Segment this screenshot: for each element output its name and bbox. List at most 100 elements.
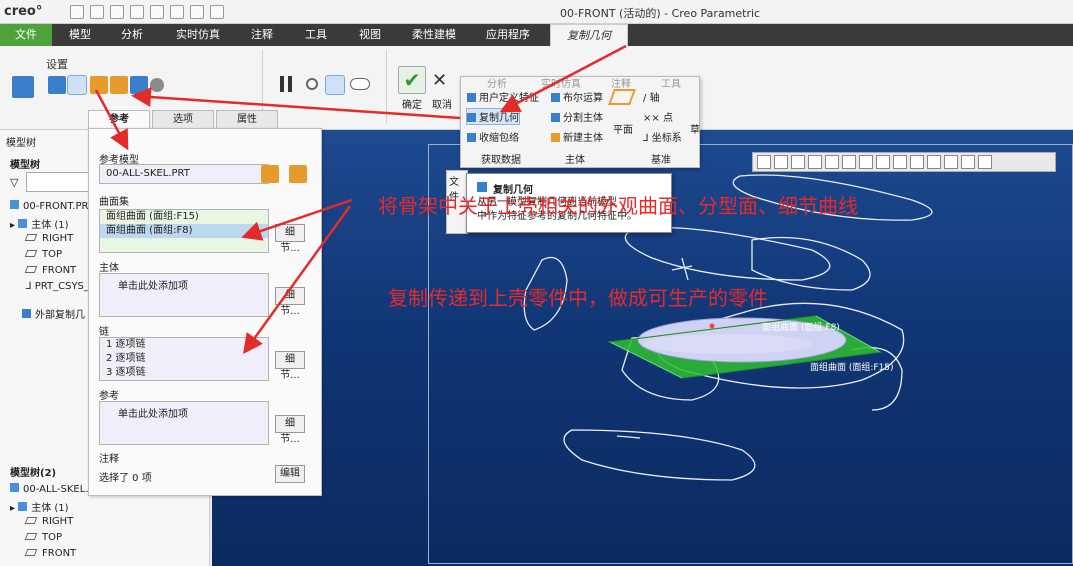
udf-icon <box>467 93 476 102</box>
redo-icon[interactable] <box>150 5 164 19</box>
reference-collector[interactable]: 单击此处添加项 <box>99 401 269 445</box>
regenerate-icon[interactable] <box>170 5 184 19</box>
ribbon-tab-bar: 文件 模型 分析 实时仿真 注释 工具 视图 柔性建模 应用程序 复制几何 <box>0 24 1073 46</box>
tab-flexible-modeling[interactable]: 柔性建模 <box>406 24 462 46</box>
popup-tab-tools: 工具 <box>661 79 681 90</box>
chain-collector[interactable]: 1 逐项链 2 逐项链 3 逐项链 <box>99 337 269 381</box>
copy-geometry-icon <box>22 309 31 318</box>
tree-item-body-2[interactable]: ▸ 主体 (1) <box>10 499 69 514</box>
cancel-button[interactable]: ✕ <box>432 70 447 91</box>
copy-geometry-button[interactable]: 复制几何 <box>466 108 520 125</box>
plane-icon <box>24 549 38 556</box>
popup-tab-analysis: 分析 <box>487 79 507 90</box>
reference-label: 参考 <box>99 391 119 402</box>
tab-references[interactable]: 参考 <box>88 110 150 128</box>
tab-model[interactable]: 模型 <box>62 24 98 46</box>
ok-button[interactable]: ✔ <box>398 66 426 94</box>
tab-simulation[interactable]: 实时仿真 <box>170 24 226 46</box>
tab-view[interactable]: 视图 <box>352 24 388 46</box>
boolean-button[interactable]: 布尔运算 <box>551 89 603 104</box>
tree-item-front[interactable]: FRONT <box>24 265 76 276</box>
surface-set-icon[interactable] <box>67 75 87 95</box>
tree-item-top-2[interactable]: TOP <box>24 532 62 543</box>
open-model-icon[interactable] <box>90 76 108 94</box>
refresh-icon[interactable] <box>150 78 164 92</box>
model-ribbon-popup: 分析 实时仿真 注释 工具 用户定义特征 复制几何 收缩包络 布尔运算 分割主体… <box>460 76 700 168</box>
cancel-label: 取消 <box>432 100 452 111</box>
new-body-button[interactable]: 新建主体 <box>551 129 603 144</box>
point-button[interactable]: ×× 点 <box>643 109 673 124</box>
part-icon <box>10 483 19 492</box>
axis-button[interactable]: / 轴 <box>643 89 660 104</box>
publish-geometry-icon[interactable] <box>48 76 66 94</box>
tab-file[interactable]: 文件 <box>0 24 52 46</box>
tab-options[interactable]: 选项 <box>152 110 214 128</box>
external-reference-icon[interactable] <box>110 76 128 94</box>
pause-icon[interactable] <box>280 76 284 92</box>
chain-item[interactable]: 2 逐项链 <box>100 352 268 366</box>
tab-analysis[interactable]: 分析 <box>114 24 150 46</box>
undo-icon[interactable] <box>130 5 144 19</box>
tab-tools[interactable]: 工具 <box>298 24 334 46</box>
reference-detail-button[interactable]: 细节... <box>275 415 305 445</box>
surface-item-f8[interactable]: 面组曲面 (面组:F8) <box>100 224 268 238</box>
open-icon[interactable] <box>90 5 104 19</box>
tree-item-skel[interactable]: 00-ALL-SKEL.P <box>10 483 95 495</box>
select-ref-model-icon[interactable] <box>289 165 307 183</box>
tree-filter-input[interactable] <box>26 172 90 192</box>
surface-set-list[interactable]: 面组曲面 (面组:F15) 面组曲面 (面组:F8) <box>99 209 269 253</box>
ref-model-field[interactable]: 00-ALL-SKEL.PRT <box>99 164 269 184</box>
surface-item-f15[interactable]: 面组曲面 (面组:F15) <box>100 210 268 224</box>
chain-item[interactable]: 1 逐项链 <box>100 338 268 352</box>
windows-icon[interactable] <box>190 5 204 19</box>
surface-detail-button[interactable]: 细节... <box>275 224 305 254</box>
filter-icon[interactable]: ▽ <box>10 176 18 189</box>
no-preview-icon[interactable] <box>306 78 318 90</box>
window-title: 00-FRONT (活动的) - Creo Parametric <box>560 7 761 20</box>
body-detail-button[interactable]: 细节... <box>275 287 305 317</box>
csys-button[interactable]: ⅃ 坐标系 <box>643 129 682 144</box>
body-group-label[interactable]: 主体 <box>565 151 585 166</box>
tree-item-right-2[interactable]: RIGHT <box>24 516 73 527</box>
plane-icon <box>24 250 38 257</box>
model-tree-tab[interactable]: 模型树 <box>6 134 36 149</box>
datum-group-label[interactable]: 基准 <box>651 151 671 166</box>
plane-button[interactable] <box>608 89 636 105</box>
get-data-group-label[interactable]: 获取数据 <box>481 151 521 166</box>
tree-item-top[interactable]: TOP <box>24 249 62 260</box>
udf-button[interactable]: 用户定义特征 <box>467 89 539 104</box>
new-icon[interactable] <box>70 5 84 19</box>
boolean-icon <box>551 93 560 102</box>
save-icon[interactable] <box>110 5 124 19</box>
dependent-icon[interactable] <box>130 76 148 94</box>
sketch-label: 草 <box>690 125 700 136</box>
shrinkwrap-button[interactable]: 收缩包络 <box>467 129 519 144</box>
edit-button[interactable]: 编辑 <box>275 465 305 483</box>
tree-item-right[interactable]: RIGHT <box>24 233 73 244</box>
verify-icon[interactable] <box>325 75 345 95</box>
tree-item-body[interactable]: ▸ 主体 (1) <box>10 216 69 231</box>
tab-annotate[interactable]: 注释 <box>244 24 280 46</box>
new-body-icon <box>551 133 560 142</box>
creo-logo: creo° <box>4 4 43 19</box>
plane-icon <box>24 234 38 241</box>
split-body-button[interactable]: 分割主体 <box>551 109 603 124</box>
tab-properties[interactable]: 属性 <box>216 110 278 128</box>
tree-item-external-copy[interactable]: 外部复制几 <box>22 306 85 321</box>
tab-copy-geometry[interactable]: 复制几何 <box>550 24 628 46</box>
tree-item-part[interactable]: 00-FRONT.PRT <box>10 200 94 212</box>
chain-item[interactable]: 3 逐项链 <box>100 366 268 380</box>
tab-applications[interactable]: 应用程序 <box>480 24 536 46</box>
split-body-icon <box>551 113 560 122</box>
shrinkwrap-icon <box>467 133 476 142</box>
chain-detail-button[interactable]: 细节... <box>275 351 305 381</box>
point-icon: ×× <box>643 113 663 124</box>
surface-label-f8: 面组曲面 (面组:F8) <box>762 321 840 333</box>
close-window-icon[interactable] <box>210 5 224 19</box>
open-ref-model-icon[interactable] <box>261 165 279 183</box>
pause-icon-bar <box>288 76 292 92</box>
tree-item-csys[interactable]: ⅃ PRT_CSYS_ <box>26 281 89 292</box>
body-collector[interactable]: 单击此处添加项 <box>99 273 269 317</box>
glasses-icon[interactable] <box>350 78 370 90</box>
tree-item-front-2[interactable]: FRONT <box>24 548 76 559</box>
